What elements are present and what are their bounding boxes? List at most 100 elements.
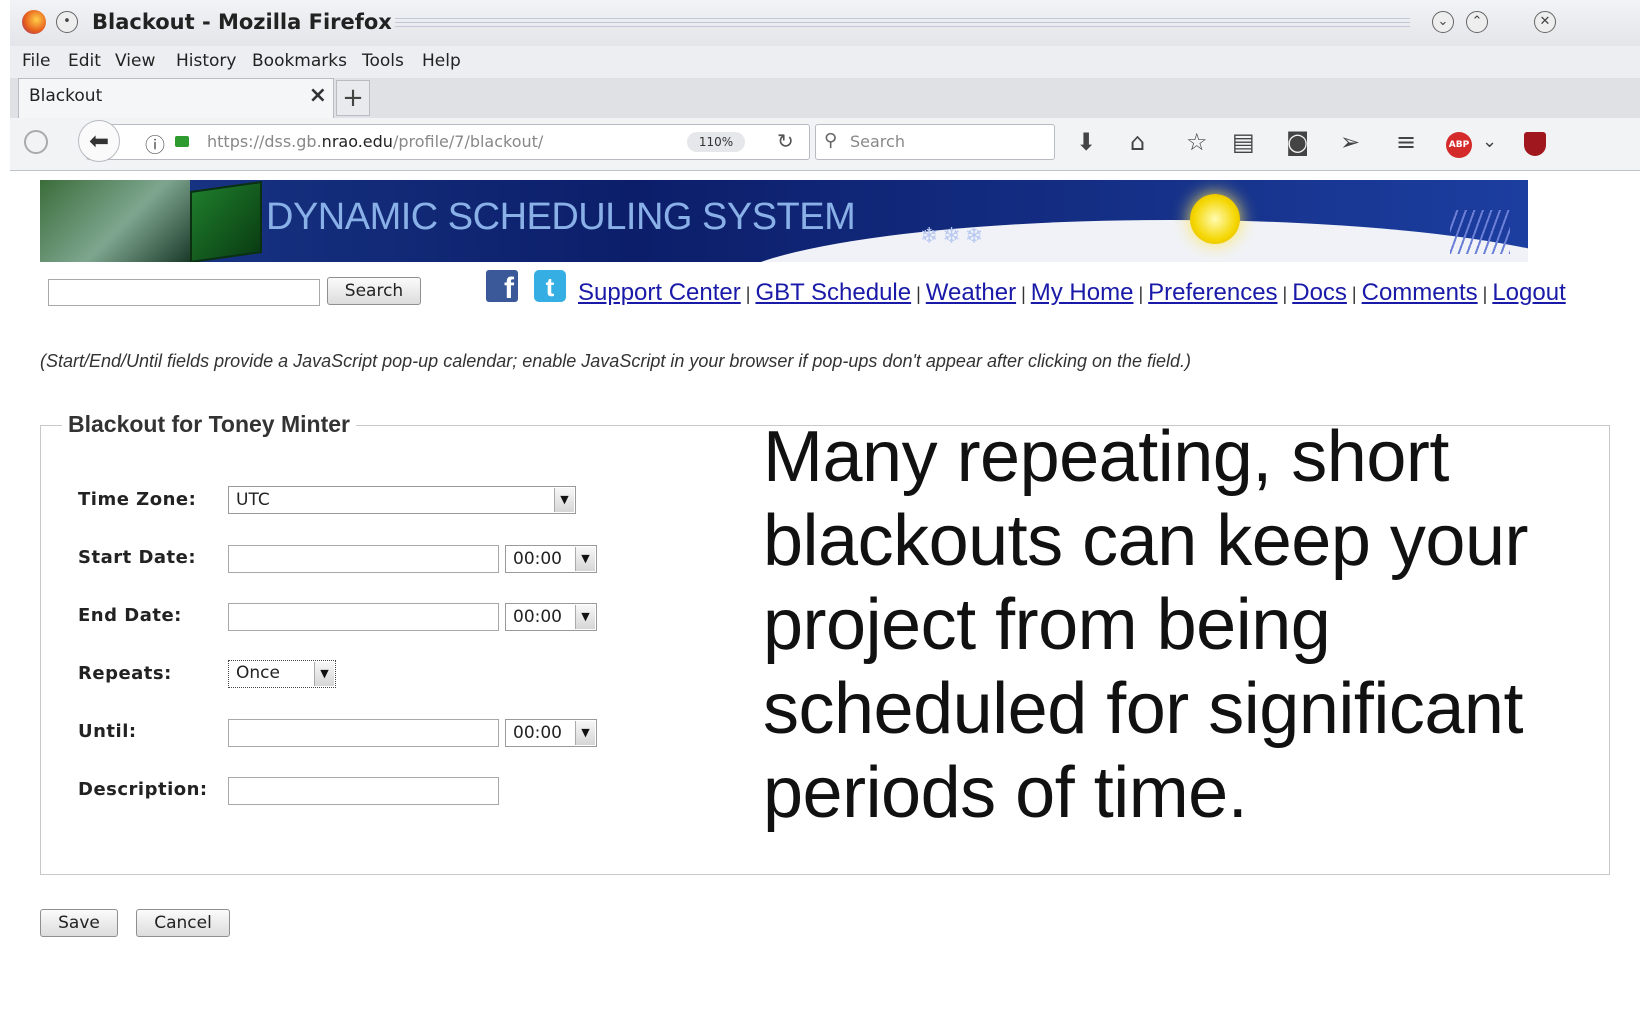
- download-icon[interactable]: ⬇: [1076, 128, 1096, 156]
- menu-edit[interactable]: Edit: [68, 51, 101, 71]
- window-menu-icon[interactable]: •: [56, 11, 78, 33]
- link-separator: |: [1282, 284, 1288, 304]
- search-placeholder: Search: [850, 132, 905, 151]
- back-button[interactable]: ⬅: [78, 120, 120, 162]
- search-bar[interactable]: ⚲ Search: [815, 124, 1055, 160]
- tab-close-icon[interactable]: ×: [309, 83, 327, 108]
- link-preferences[interactable]: Preferences: [1148, 279, 1277, 306]
- url-text[interactable]: https://dss.gb.nrao.edu/profile/7/blacko…: [207, 132, 543, 151]
- repeats-select[interactable]: Once ▼: [228, 660, 336, 688]
- until-time-select[interactable]: 00:00 ▼: [505, 719, 597, 747]
- maximize-icon[interactable]: ⌃: [1466, 11, 1488, 33]
- dropdown-arrow-icon: ▼: [554, 488, 574, 512]
- save-button[interactable]: Save: [40, 909, 118, 937]
- menu-file[interactable]: File: [22, 51, 50, 71]
- library-icon[interactable]: ▤: [1232, 128, 1255, 156]
- menu-bar: File Edit View History Bookmarks Tools H…: [10, 46, 1640, 78]
- banner-title: DYNAMIC SCHEDULING SYSTEM: [266, 196, 856, 238]
- menu-bookmarks[interactable]: Bookmarks: [252, 51, 347, 71]
- link-separator: |: [1351, 284, 1357, 304]
- start-time-select[interactable]: 00:00 ▼: [505, 545, 597, 573]
- link-logout[interactable]: Logout: [1492, 279, 1565, 306]
- link-comments[interactable]: Comments: [1362, 279, 1478, 306]
- dropdown-arrow-icon: ▼: [575, 721, 595, 745]
- description-input[interactable]: [228, 777, 499, 805]
- link-gbt-schedule[interactable]: GBT Schedule: [755, 279, 911, 306]
- link-docs[interactable]: Docs: [1292, 279, 1347, 306]
- hamburger-menu-icon[interactable]: ≡: [1396, 128, 1416, 156]
- green-cube-image: [190, 180, 262, 262]
- zoom-indicator[interactable]: 110%: [687, 132, 745, 152]
- link-separator: |: [745, 284, 751, 304]
- firefox-logo-icon: [22, 10, 46, 34]
- tab-bar: Blackout × +: [10, 78, 1640, 119]
- facebook-icon[interactable]: f: [486, 270, 518, 302]
- end-date-label: End Date:: [78, 605, 182, 626]
- until-date-input[interactable]: [228, 719, 499, 747]
- reload-icon[interactable]: ↻: [777, 129, 794, 153]
- description-label: Description:: [78, 779, 208, 800]
- link-separator: |: [1021, 284, 1026, 304]
- site-search-input[interactable]: [48, 279, 320, 306]
- until-label: Until:: [78, 721, 137, 742]
- home-icon[interactable]: ⌂: [1130, 128, 1145, 156]
- new-tab-button[interactable]: +: [336, 80, 370, 116]
- end-time-select[interactable]: 00:00 ▼: [505, 603, 597, 631]
- site-search-button[interactable]: Search: [327, 277, 421, 305]
- bookmark-star-icon[interactable]: ☆: [1186, 128, 1208, 156]
- search-magnifier-icon: ⚲: [824, 130, 838, 151]
- menu-view[interactable]: View: [115, 51, 155, 71]
- time-zone-select[interactable]: UTC ▼: [228, 486, 576, 514]
- dropdown-arrow-icon: ▼: [575, 605, 595, 629]
- window-title-bar: • Blackout - Mozilla Firefox ⌄ ⌃ ✕: [10, 0, 1640, 47]
- menu-tools[interactable]: Tools: [362, 51, 404, 71]
- until-time-value: 00:00: [513, 723, 562, 743]
- pocket-icon[interactable]: ◙: [1286, 128, 1309, 156]
- time-zone-label: Time Zone:: [78, 489, 197, 510]
- top-nav-links: Support Center | GBT Schedule | Weather | My H…: [578, 279, 1566, 307]
- fieldset-legend: Blackout for Toney Minter: [62, 411, 356, 438]
- link-separator: |: [1138, 284, 1144, 304]
- javascript-note: (Start/End/Until fields provide a JavaSc…: [40, 351, 1192, 371]
- title-bar-grip: [395, 18, 1410, 30]
- annotation-text: Many repeating, short blackouts can keep…: [763, 417, 1528, 833]
- menu-history[interactable]: History: [176, 51, 236, 71]
- chevron-down-icon[interactable]: ⌄: [1482, 128, 1497, 156]
- repeats-label: Repeats:: [78, 663, 172, 684]
- close-window-icon[interactable]: ✕: [1534, 11, 1556, 33]
- ublock-origin-icon[interactable]: [1524, 132, 1546, 156]
- send-tab-icon[interactable]: ➢: [1340, 128, 1360, 156]
- rain-image: [1450, 210, 1510, 254]
- radio-telescope-image: [40, 180, 190, 262]
- window-title: Blackout - Mozilla Firefox: [92, 10, 392, 34]
- end-time-value: 00:00: [513, 607, 562, 627]
- navigation-bar: ⓘ https://dss.gb.nrao.edu/profile/7/blac…: [10, 118, 1640, 171]
- dropdown-arrow-icon: ▼: [314, 662, 334, 686]
- snowflake-image: ❄❄❄: [920, 224, 988, 249]
- start-date-label: Start Date:: [78, 547, 197, 568]
- start-date-input[interactable]: [228, 545, 499, 573]
- site-info-icon[interactable]: ⓘ: [145, 129, 165, 158]
- link-separator: |: [916, 284, 921, 304]
- time-zone-value: UTC: [236, 490, 270, 510]
- twitter-icon[interactable]: t: [534, 270, 566, 302]
- tab-blackout[interactable]: Blackout ×: [18, 78, 334, 118]
- link-separator: |: [1482, 284, 1488, 304]
- url-bar[interactable]: ⓘ https://dss.gb.nrao.edu/profile/7/blac…: [86, 124, 810, 160]
- dropdown-arrow-icon: ▼: [575, 547, 595, 571]
- history-dropdown-icon[interactable]: [24, 130, 48, 154]
- start-time-value: 00:00: [513, 549, 562, 569]
- sun-image: [1190, 194, 1240, 244]
- cancel-button[interactable]: Cancel: [136, 909, 230, 937]
- minimize-icon[interactable]: ⌄: [1432, 11, 1454, 33]
- link-support-center[interactable]: Support Center: [578, 279, 741, 306]
- end-date-input[interactable]: [228, 603, 499, 631]
- adblock-plus-icon[interactable]: ABP: [1446, 132, 1472, 158]
- dss-banner: DYNAMIC SCHEDULING SYSTEM ❄❄❄: [40, 180, 1528, 262]
- secure-lock-icon: [175, 136, 189, 147]
- tab-title: Blackout: [29, 86, 103, 106]
- menu-help[interactable]: Help: [422, 51, 461, 71]
- link-my-home[interactable]: My Home: [1031, 279, 1134, 306]
- link-weather[interactable]: Weather: [926, 279, 1016, 306]
- repeats-value: Once: [236, 663, 280, 683]
